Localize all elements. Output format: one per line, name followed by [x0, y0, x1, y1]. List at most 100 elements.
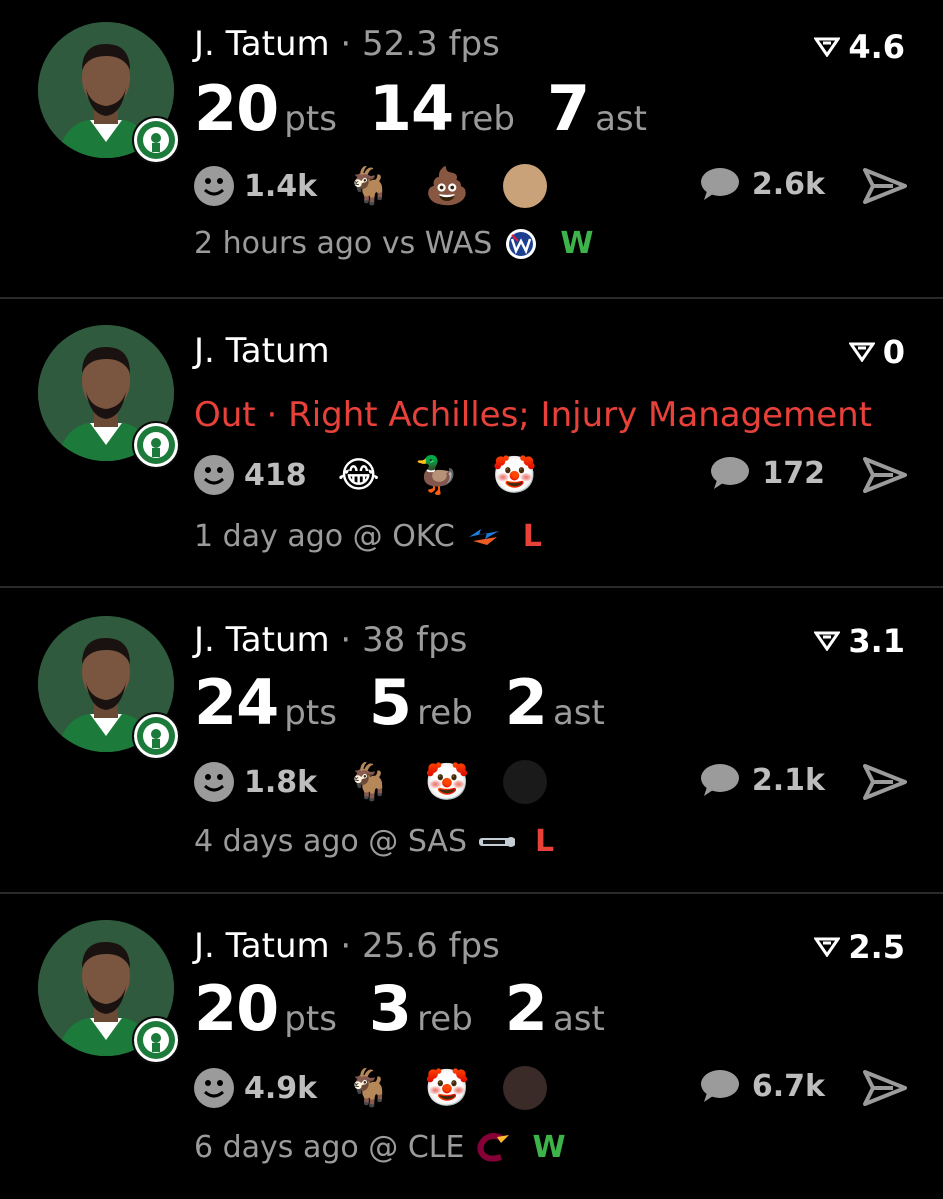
reaction-count[interactable]: 418 [244, 458, 307, 493]
game-info: 6 days ago @ CLE W [194, 1130, 566, 1165]
send-icon [863, 168, 907, 204]
game-result: W [532, 1130, 566, 1165]
comment-bubble-icon [700, 168, 739, 200]
rebounds-unit: reb [459, 99, 515, 139]
post-header: J. Tatum · 38 fps [194, 620, 467, 660]
cavaliers-logo-icon [474, 1131, 512, 1165]
share-button[interactable] [863, 457, 907, 497]
reaction-emoji[interactable]: 🐐 [347, 760, 392, 804]
rebounds-value: 3 [368, 972, 412, 1045]
reaction-emoji[interactable]: 😂 [337, 453, 381, 497]
comment-button[interactable]: 2.1k [698, 762, 825, 798]
player-photo-icon[interactable] [503, 760, 548, 804]
game-info: 2 hours ago vs WAS W [194, 226, 593, 261]
rating-icon [814, 937, 841, 957]
player-name[interactable]: J. Tatum [194, 24, 330, 64]
reaction-emoji[interactable]: 🤡 [425, 760, 470, 804]
game-meta-text: 6 days ago @ CLE [194, 1130, 465, 1165]
comment-count: 2.1k [751, 762, 825, 798]
points-unit: pts [284, 99, 337, 139]
points-unit: pts [284, 693, 337, 733]
rating-value: 3.1 [848, 622, 905, 660]
share-button[interactable] [863, 1070, 907, 1110]
comment-count: 2.6k [751, 166, 825, 202]
rating-value: 4.6 [848, 28, 905, 66]
team-badge-icon [132, 421, 180, 469]
reaction-emoji[interactable]: 💩 [425, 164, 470, 208]
feed-post[interactable]: J. Tatum · 52.3 fps 4.6 20 pts 14 reb 7 ast… [0, 0, 943, 298]
rating-value: 2.5 [848, 928, 905, 966]
game-meta-text: 2 hours ago vs WAS [194, 226, 493, 261]
comment-bubble-icon [700, 1070, 739, 1102]
team-badge-icon [132, 116, 180, 164]
add-reaction-icon[interactable] [194, 1068, 234, 1108]
game-meta-text: 1 day ago @ OKC [194, 519, 455, 554]
reaction-emoji[interactable]: 🦆 [414, 453, 459, 497]
send-icon [863, 1070, 907, 1106]
reaction-bar: 1.8k 🐐 🤡 [194, 758, 581, 806]
game-result: W [560, 226, 594, 261]
points-value: 24 [194, 666, 279, 739]
rebounds-unit: reb [417, 999, 473, 1039]
rating-score[interactable]: 4.6 [814, 28, 905, 66]
game-meta-text: 4 days ago @ SAS [194, 824, 467, 859]
game-result: L [522, 519, 542, 554]
rebounds-value: 14 [368, 72, 454, 145]
add-reaction-icon[interactable] [194, 762, 234, 802]
game-info: 1 day ago @ OKC L [194, 519, 542, 554]
wizards-logo-icon [502, 227, 540, 261]
fps-label: · 52.3 fps [329, 24, 500, 64]
assists-unit: ast [552, 693, 605, 733]
rating-score[interactable]: 3.1 [814, 622, 905, 660]
reaction-count[interactable]: 4.9k [244, 1071, 317, 1106]
spurs-logo-icon [477, 825, 515, 859]
player-name[interactable]: J. Tatum [194, 331, 330, 371]
game-info: 4 days ago @ SAS L [194, 824, 554, 859]
rating-score[interactable]: 2.5 [814, 928, 905, 966]
comment-button[interactable]: 6.7k [698, 1068, 825, 1104]
person-photo-icon[interactable] [503, 1066, 548, 1110]
thunder-logo-icon [465, 520, 503, 554]
stat-line: 20 pts 14 reb 7 ast [194, 72, 679, 145]
reaction-count[interactable]: 1.4k [244, 169, 317, 204]
injury-status: Out · Right Achilles; Injury Management [194, 395, 872, 435]
feed-post[interactable]: J. Tatum 0 Out · Right Achilles; Injury … [0, 299, 943, 587]
points-value: 20 [194, 72, 279, 145]
feed-post[interactable]: J. Tatum · 38 fps 3.1 24 pts 5 reb 2 ast 1.… [0, 588, 943, 893]
stat-line: 20 pts 3 reb 2 ast [194, 972, 637, 1045]
fps-label: · 38 fps [329, 620, 468, 660]
add-reaction-icon[interactable] [194, 166, 234, 206]
stat-line: 24 pts 5 reb 2 ast [194, 666, 637, 739]
comment-button[interactable]: 172 [708, 455, 825, 491]
points-unit: pts [284, 999, 337, 1039]
player-name[interactable]: J. Tatum [194, 926, 330, 966]
reaction-emoji[interactable]: 🤡 [425, 1066, 470, 1110]
post-header: J. Tatum · 25.6 fps [194, 926, 500, 966]
assists-value: 2 [504, 666, 548, 739]
rating-score[interactable]: 0 [848, 333, 905, 371]
team-badge-icon [132, 1016, 180, 1064]
add-reaction-icon[interactable] [194, 455, 234, 495]
comment-bubble-icon [711, 457, 750, 489]
feed-post[interactable]: J. Tatum · 25.6 fps 2.5 20 pts 3 reb 2 ast … [0, 894, 943, 1199]
reaction-emoji[interactable]: 🤡 [492, 453, 537, 497]
points-value: 20 [194, 972, 279, 1045]
person-photo-icon[interactable] [503, 164, 548, 208]
share-button[interactable] [863, 168, 907, 208]
reaction-bar: 1.4k 🐐 💩 [194, 162, 581, 210]
comment-bubble-icon [700, 764, 739, 796]
reaction-count[interactable]: 1.8k [244, 765, 317, 800]
rating-value: 0 [882, 333, 905, 371]
comment-count: 172 [762, 455, 825, 491]
comment-button[interactable]: 2.6k [698, 166, 825, 202]
send-icon [863, 764, 907, 800]
reaction-emoji[interactable]: 🐐 [347, 1066, 392, 1110]
send-icon [863, 457, 907, 493]
reaction-emoji[interactable]: 🐐 [347, 164, 392, 208]
share-button[interactable] [863, 764, 907, 804]
rebounds-unit: reb [417, 693, 473, 733]
rebounds-value: 5 [368, 666, 412, 739]
player-name[interactable]: J. Tatum [194, 620, 330, 660]
assists-value: 2 [504, 972, 548, 1045]
team-badge-icon [132, 712, 180, 760]
